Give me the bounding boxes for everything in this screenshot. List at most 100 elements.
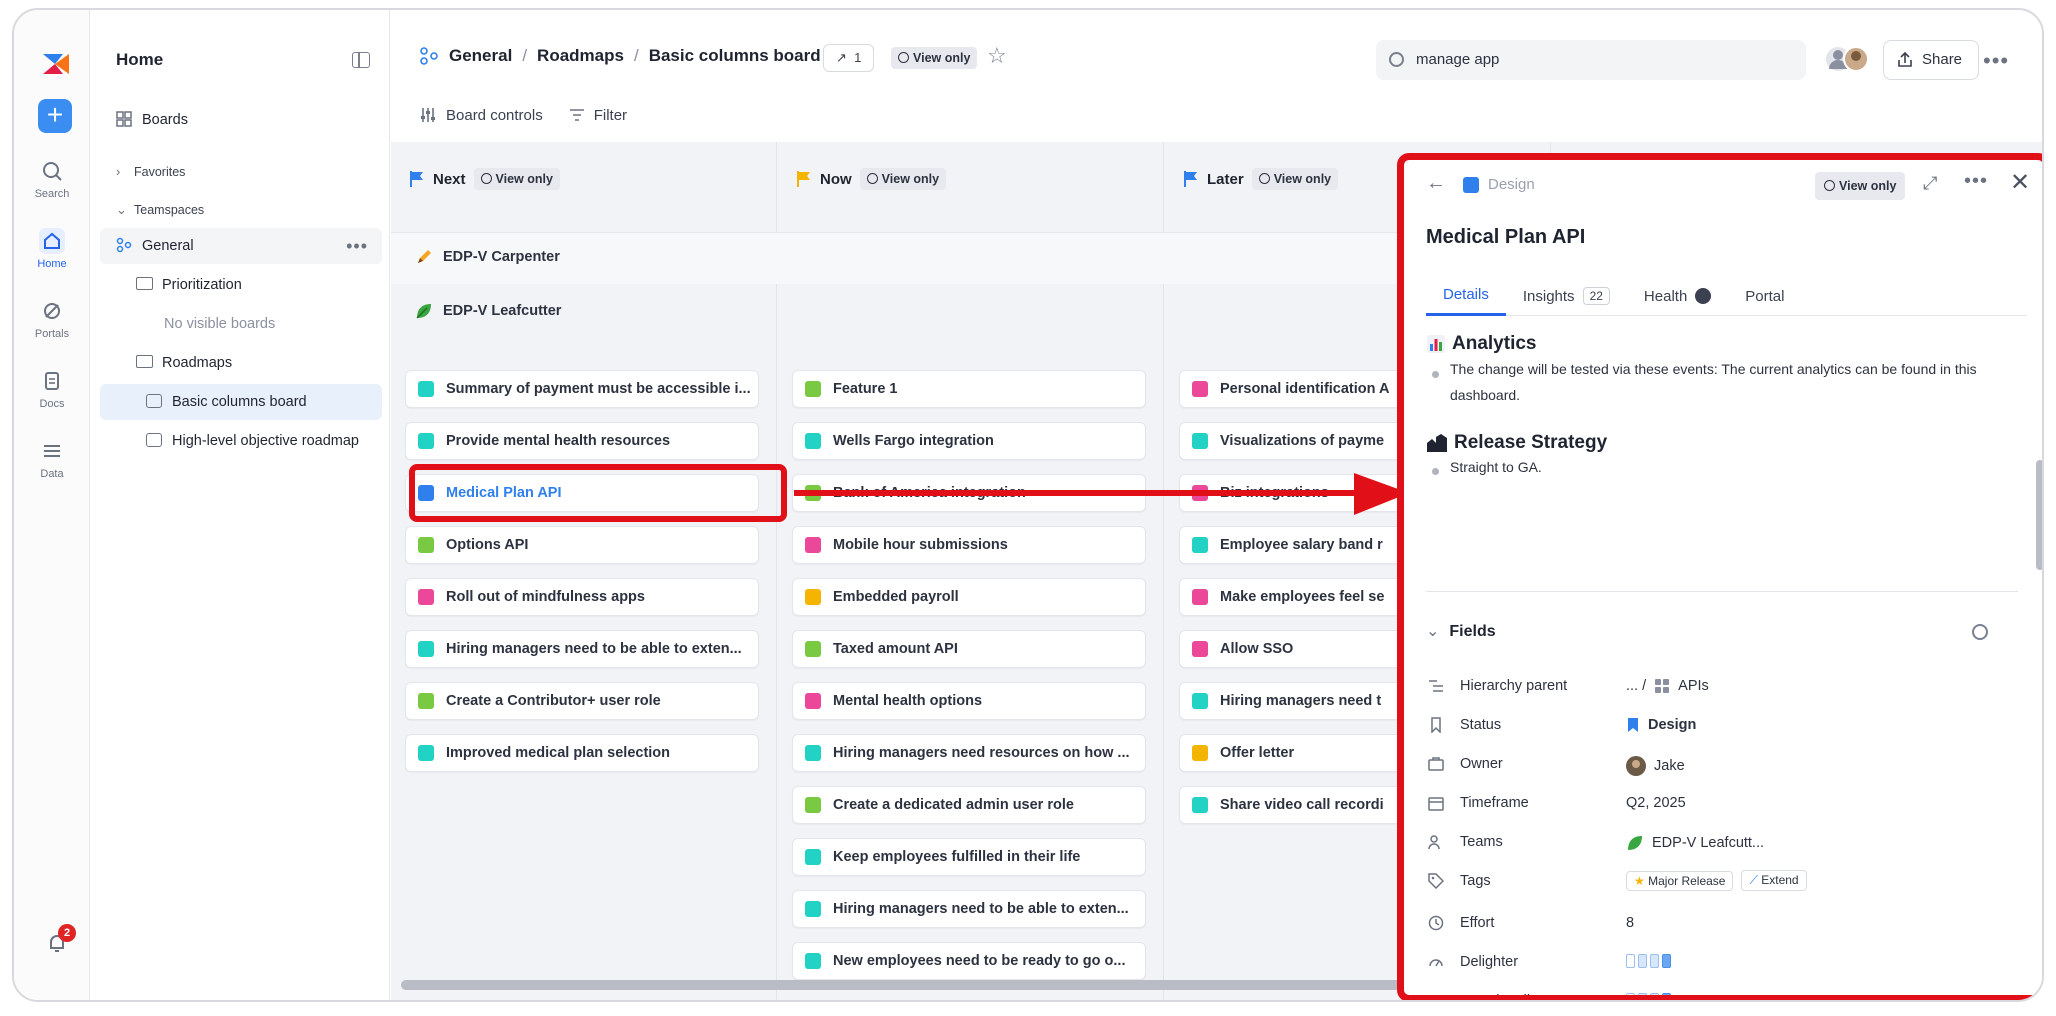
rail-home[interactable]: Home: [20, 228, 84, 270]
field-value[interactable]: 8: [1626, 915, 1634, 931]
view-only-label: View only: [881, 172, 940, 186]
leaf-icon: [416, 304, 431, 319]
record-title: Medical Plan API: [1426, 226, 1586, 248]
card-label: Share video call recordi: [1220, 797, 1384, 813]
field-teams: Teams EDP-V Leafcutt...: [1426, 828, 2026, 858]
leaf-icon: [1628, 836, 1642, 850]
sidebar: Home Boards › Favorites ⌄ Teamspaces Gener…: [90, 10, 390, 1000]
sidebar-item-roadmaps[interactable]: Roadmaps: [100, 345, 382, 381]
breadcrumb-general[interactable]: General: [449, 46, 512, 66]
collapse-sidebar-icon[interactable]: [352, 52, 370, 68]
sidebar-item-high-level-roadmap[interactable]: High-level objective roadmap: [100, 423, 382, 459]
linked-count-button[interactable]: ↗ 1: [823, 44, 875, 72]
card-color-swatch: [1192, 797, 1208, 813]
filter-button[interactable]: Filter: [569, 106, 627, 124]
field-label: Tags: [1460, 873, 1491, 889]
board-card[interactable]: New employees need to be ready to go o..…: [792, 942, 1146, 980]
column-header: Now View only: [796, 168, 947, 190]
board-card[interactable]: Hiring managers need to be able to exten…: [792, 890, 1146, 928]
board-card[interactable]: Mobile hour submissions: [792, 526, 1146, 564]
board-card[interactable]: Options API: [405, 526, 759, 564]
tab-health[interactable]: Health: [1627, 276, 1728, 316]
rail-data-label: Data: [40, 468, 64, 480]
board-card[interactable]: Provide mental health resources: [405, 422, 759, 460]
search-input[interactable]: manage app: [1376, 40, 1806, 80]
close-icon[interactable]: ✕: [2010, 168, 2030, 197]
board-card[interactable]: Hiring managers need to be able to exten…: [405, 630, 759, 668]
rail-portals[interactable]: Portals: [20, 298, 84, 340]
board-card[interactable]: Feature 1: [792, 370, 1146, 408]
view-only-label: View only: [913, 51, 971, 65]
rail-search[interactable]: Search: [20, 158, 84, 200]
more-options-icon[interactable]: •••: [1964, 170, 1988, 193]
sidebar-item-general[interactable]: General •••: [100, 228, 382, 264]
star-icon[interactable]: ☆: [987, 43, 1007, 69]
horizontal-scrollbar[interactable]: [401, 980, 1401, 990]
field-value[interactable]: [1626, 954, 1671, 968]
tag-extend[interactable]: ⟋ Extend: [1741, 870, 1807, 891]
rail-data[interactable]: Data: [20, 438, 84, 480]
board-card[interactable]: Wells Fargo integration: [792, 422, 1146, 460]
board-controls-label: Board controls: [446, 106, 543, 124]
field-value[interactable]: [1626, 993, 1671, 995]
sidebar-item-prioritization[interactable]: Prioritization: [100, 267, 382, 303]
board-controls-button[interactable]: Board controls: [419, 106, 543, 124]
tag-major-release[interactable]: ★ Major Release: [1626, 870, 1734, 891]
board-card[interactable]: Mental health options: [792, 682, 1146, 720]
fields-heading[interactable]: ⌄ Fields: [1426, 621, 1496, 641]
card-color-swatch: [418, 381, 434, 397]
field-label: Teams: [1460, 834, 1503, 850]
board-card[interactable]: Create a dedicated admin user role: [792, 786, 1146, 824]
board-card[interactable]: Taxed amount API: [792, 630, 1146, 668]
board-card[interactable]: Hiring managers need resources on how ..…: [792, 734, 1146, 772]
view-only-badge: View only: [473, 168, 560, 190]
search-icon[interactable]: [1972, 624, 1988, 640]
field-value[interactable]: EDP-V Leafcutt...: [1626, 834, 1764, 852]
board-card[interactable]: Roll out of mindfulness apps: [405, 578, 759, 616]
eye-icon: [866, 173, 878, 184]
board-card[interactable]: Summary of payment must be accessible i.…: [405, 370, 759, 408]
status-color-swatch: [1463, 176, 1479, 193]
back-arrow-icon[interactable]: ←: [1426, 172, 1446, 195]
card-color-swatch: [418, 745, 434, 761]
tab-portal[interactable]: Portal: [1728, 276, 1801, 316]
sidebar-item-label: General: [142, 238, 194, 254]
sidebar-item-favorites[interactable]: › Favorites: [100, 154, 382, 190]
bullet: [1432, 468, 1439, 475]
breadcrumb-board[interactable]: Basic columns board: [649, 46, 821, 66]
vertical-scrollbar[interactable]: [2036, 460, 2042, 570]
tab-label: Details: [1443, 286, 1489, 303]
more-options-icon[interactable]: •••: [346, 228, 368, 264]
swimlane-label[interactable]: EDP-V Leafcutter: [415, 302, 561, 320]
rail-docs[interactable]: Docs: [20, 368, 84, 410]
tab-label: Portal: [1745, 287, 1785, 305]
create-button[interactable]: +: [38, 99, 72, 133]
collaborator-avatars[interactable]: [1824, 44, 1870, 74]
field-value[interactable]: ... / APIs: [1626, 678, 1709, 694]
expand-icon[interactable]: ⤢: [1923, 173, 1937, 194]
tab-details[interactable]: Details: [1426, 276, 1506, 316]
app-logo-icon[interactable]: [41, 52, 71, 76]
breadcrumb-roadmaps[interactable]: Roadmaps: [537, 46, 624, 66]
board-card[interactable]: Keep employees fulfilled in their life: [792, 838, 1146, 876]
tab-insights[interactable]: Insights 22: [1506, 276, 1627, 316]
filter-icon: [569, 109, 584, 121]
card-label: Options API: [446, 537, 529, 553]
swimlane-label[interactable]: EDP-V Carpenter: [415, 248, 560, 266]
card-color-swatch: [1192, 745, 1208, 761]
board-card[interactable]: Embedded payroll: [792, 578, 1146, 616]
board-card[interactable]: Improved medical plan selection: [405, 734, 759, 772]
sidebar-item-teamspaces[interactable]: ⌄ Teamspaces: [100, 192, 382, 228]
sidebar-item-basic-columns-board[interactable]: Basic columns board: [100, 384, 382, 420]
share-button[interactable]: Share: [1883, 40, 1980, 80]
sliders-icon: [421, 108, 435, 122]
field-value[interactable]: Jake: [1626, 756, 1685, 776]
chevron-down-icon: ⌄: [116, 202, 127, 217]
board-card[interactable]: Create a Contributor+ user role: [405, 682, 759, 720]
card-color-swatch: [1192, 693, 1208, 709]
field-value[interactable]: Design: [1626, 717, 1696, 733]
field-value[interactable]: Q2, 2025: [1626, 795, 1686, 811]
more-options-icon[interactable]: •••: [1983, 48, 2009, 74]
sidebar-item-boards[interactable]: Boards: [100, 102, 382, 138]
grid-icon: [116, 111, 132, 127]
